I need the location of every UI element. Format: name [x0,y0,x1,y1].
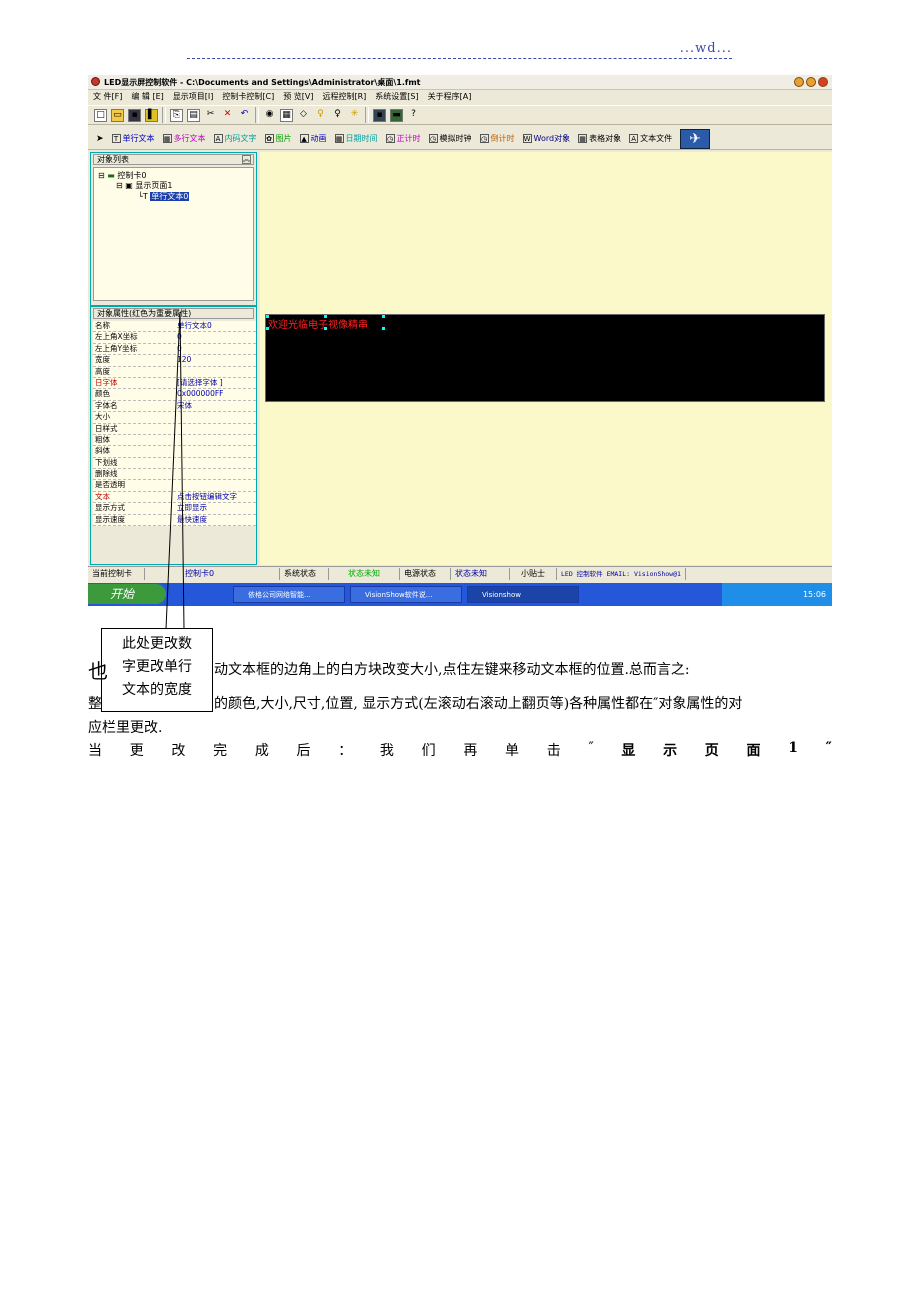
line4-char: 单 [505,743,520,759]
line4-char: 改 [171,743,186,759]
line4-char: 后 [296,743,311,759]
callout-line-3: 文本的宽度 [122,682,192,698]
callout-line-1: 此处更改数 [122,636,192,652]
callout-box: 此处更改数 字更改单行 文本的宽度 [101,628,213,712]
line4-char: 显 [621,743,636,759]
body-line4: 当 更 改 完 成 后 ： 我 们 再 单 击 ″ 显 示 页 面 1 ″ [88,740,832,760]
line4-char: 更 [129,743,144,759]
body-line2: 的颜色,大小,尺寸,位置, 显示方式(左滚动右滚动上翻页等)各种属性都在″对象属… [214,696,743,712]
line4-char: 再 [463,743,478,759]
line4-char: 示 [663,743,678,759]
line4-char: 面 [746,743,761,759]
line4-char: 完 [213,743,228,759]
line4-char: 我 [379,743,394,759]
body-line1: 动文本框的边角上的白方块改变大小,点住左键来移动文本框的位置.总而言之: [214,662,690,678]
body-line2-lead: 整 [88,696,102,712]
line4-char: 页 [704,743,719,759]
callout-line-2: 字更改单行 [122,659,192,675]
line4-char: 当 [88,743,102,759]
body-line1-lead: 也 [88,659,108,683]
line4-char: 1 [788,740,798,756]
line4-char: ： [338,743,353,759]
line4-char: 们 [421,743,436,759]
line4-char: 击 [546,743,561,759]
body-line3: 应栏里更改. [88,720,163,736]
line4-char: 成 [254,743,269,759]
line4-char: ″ [825,740,832,756]
line4-char: ″ [588,740,594,756]
